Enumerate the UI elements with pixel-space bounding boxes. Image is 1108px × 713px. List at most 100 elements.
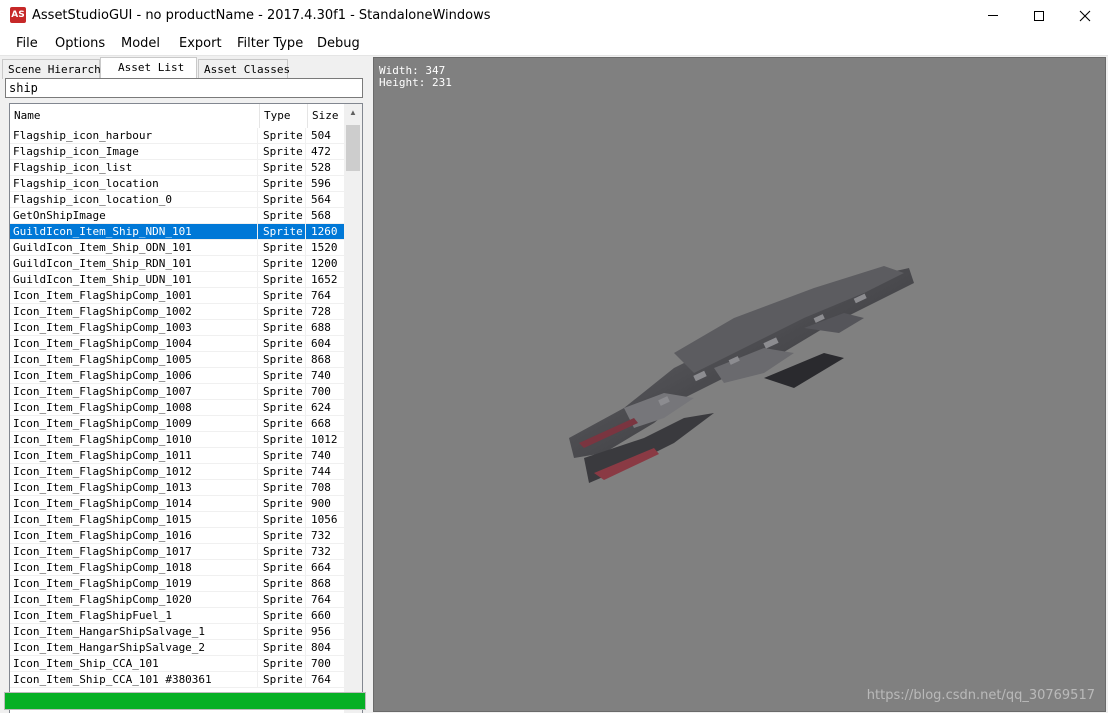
- table-row[interactable]: GuildIcon_Item_Ship_NDN_101 Sprite 1260: [10, 224, 344, 240]
- table-row[interactable]: Icon_Item_FlagShipComp_1004 Sprite 604: [10, 336, 344, 352]
- progress-fill: [5, 693, 365, 709]
- menu-file[interactable]: File: [16, 36, 38, 51]
- cell-name: GuildIcon_Item_Ship_UDN_101: [10, 272, 258, 288]
- table-row[interactable]: Icon_Item_FlagShipComp_1001 Sprite 764: [10, 288, 344, 304]
- table-row[interactable]: Icon_Item_FlagShipComp_1011 Sprite 740: [10, 448, 344, 464]
- cell-type: Sprite: [260, 208, 306, 224]
- cell-name: GuildIcon_Item_Ship_ODN_101: [10, 240, 258, 256]
- cell-size: 472: [311, 145, 331, 158]
- column-header-type[interactable]: Type: [260, 104, 308, 128]
- table-row[interactable]: Icon_Item_Ship_CCA_101 #380361 Sprite 764: [10, 672, 344, 688]
- table-row[interactable]: Icon_Item_FlagShipComp_1005 Sprite 868: [10, 352, 344, 368]
- table-row[interactable]: Icon_Item_FlagShipComp_1002 Sprite 728: [10, 304, 344, 320]
- tab-scene-hierarchy[interactable]: Scene Hierarchy: [2, 59, 107, 79]
- table-row[interactable]: Icon_Item_FlagShipComp_1006 Sprite 740: [10, 368, 344, 384]
- cell-type: Sprite: [260, 192, 306, 208]
- cell-type: Sprite: [260, 128, 306, 144]
- table-row[interactable]: Icon_Item_FlagShipComp_1017 Sprite 732: [10, 544, 344, 560]
- list-header: Name Type Size: [10, 104, 344, 128]
- table-row[interactable]: Icon_Item_FlagShipFuel_1 Sprite 660: [10, 608, 344, 624]
- cell-name: Flagship_icon_location_0: [10, 192, 258, 208]
- minimize-button[interactable]: [970, 0, 1016, 31]
- close-button[interactable]: [1062, 0, 1108, 31]
- table-row[interactable]: Icon_Item_FlagShipComp_1015 Sprite 1056: [10, 512, 344, 528]
- table-row[interactable]: Icon_Item_FlagShipComp_1007 Sprite 700: [10, 384, 344, 400]
- cell-size: 700: [311, 385, 331, 398]
- menu-model[interactable]: Model: [121, 36, 160, 51]
- table-row[interactable]: Icon_Item_FlagShipComp_1018 Sprite 664: [10, 560, 344, 576]
- cell-type: Sprite: [260, 288, 306, 304]
- cell-type: Sprite: [260, 576, 306, 592]
- cell-type: Sprite: [260, 608, 306, 624]
- list-rows: Flagship_icon_harbour Sprite 504 Flagship_i…: [10, 128, 344, 688]
- column-header-size[interactable]: Size: [308, 104, 344, 128]
- cell-size: 868: [311, 577, 331, 590]
- cell-size: 728: [311, 305, 331, 318]
- menu-debug[interactable]: Debug: [317, 36, 360, 51]
- cell-name: Icon_Item_FlagShipFuel_1: [10, 608, 258, 624]
- cell-name: Icon_Item_FlagShipComp_1014: [10, 496, 258, 512]
- menu-filter-type[interactable]: Filter Type: [237, 36, 303, 51]
- table-row[interactable]: GetOnShipImage Sprite 568: [10, 208, 344, 224]
- maximize-button[interactable]: [1016, 0, 1062, 31]
- table-row[interactable]: Icon_Item_Ship_CCA_101 Sprite 700: [10, 656, 344, 672]
- cell-size: 624: [311, 401, 331, 414]
- cell-size: 504: [311, 129, 331, 142]
- cell-name: Icon_Item_Ship_CCA_101 #380361: [10, 672, 258, 688]
- cell-name: Icon_Item_FlagShipComp_1007: [10, 384, 258, 400]
- table-row[interactable]: Icon_Item_FlagShipComp_1013 Sprite 708: [10, 480, 344, 496]
- cell-type: Sprite: [260, 224, 306, 240]
- cell-size: 568: [311, 209, 331, 222]
- menu-export[interactable]: Export: [179, 36, 222, 51]
- cell-size: 564: [311, 193, 331, 206]
- table-row[interactable]: Flagship_icon_location Sprite 596: [10, 176, 344, 192]
- table-row[interactable]: Icon_Item_FlagShipComp_1003 Sprite 688: [10, 320, 344, 336]
- menu-options[interactable]: Options: [55, 36, 105, 51]
- cell-size: 732: [311, 529, 331, 542]
- table-row[interactable]: Flagship_icon_list Sprite 528: [10, 160, 344, 176]
- cell-type: Sprite: [260, 496, 306, 512]
- cell-size: 764: [311, 289, 331, 302]
- scroll-up-icon[interactable]: ▲: [344, 104, 362, 121]
- cell-size: 1652: [311, 273, 338, 286]
- table-row[interactable]: GuildIcon_Item_Ship_RDN_101 Sprite 1200: [10, 256, 344, 272]
- cell-size: 668: [311, 417, 331, 430]
- table-row[interactable]: Icon_Item_FlagShipComp_1008 Sprite 624: [10, 400, 344, 416]
- cell-type: Sprite: [260, 656, 306, 672]
- table-row[interactable]: Icon_Item_FlagShipComp_1014 Sprite 900: [10, 496, 344, 512]
- tab-asset-list[interactable]: Asset List: [100, 57, 197, 79]
- table-row[interactable]: Icon_Item_FlagShipComp_1010 Sprite 1012: [10, 432, 344, 448]
- table-row[interactable]: Icon_Item_HangarShipSalvage_1 Sprite 956: [10, 624, 344, 640]
- tab-asset-classes[interactable]: Asset Classes: [198, 59, 290, 79]
- table-row[interactable]: Flagship_icon_Image Sprite 472: [10, 144, 344, 160]
- table-row[interactable]: Icon_Item_FlagShipComp_1016 Sprite 732: [10, 528, 344, 544]
- scroll-thumb[interactable]: [346, 125, 360, 171]
- cell-type: Sprite: [260, 432, 306, 448]
- table-row[interactable]: Icon_Item_HangarShipSalvage_2 Sprite 804: [10, 640, 344, 656]
- cell-size: 804: [311, 641, 331, 654]
- table-row[interactable]: Flagship_icon_location_0 Sprite 564: [10, 192, 344, 208]
- cell-size: 900: [311, 497, 331, 510]
- cell-type: Sprite: [260, 464, 306, 480]
- table-row[interactable]: Icon_Item_FlagShipComp_1012 Sprite 744: [10, 464, 344, 480]
- cell-name: Icon_Item_FlagShipComp_1005: [10, 352, 258, 368]
- cell-name: Icon_Item_FlagShipComp_1004: [10, 336, 258, 352]
- watermark: https://blog.csdn.net/qq_30769517: [866, 688, 1095, 703]
- cell-size: 528: [311, 161, 331, 174]
- cell-type: Sprite: [260, 320, 306, 336]
- table-row[interactable]: Icon_Item_FlagShipComp_1019 Sprite 868: [10, 576, 344, 592]
- cell-name: Flagship_icon_Image: [10, 144, 258, 160]
- table-row[interactable]: Icon_Item_FlagShipComp_1009 Sprite 668: [10, 416, 344, 432]
- column-header-name[interactable]: Name: [10, 104, 260, 128]
- cell-type: Sprite: [260, 448, 306, 464]
- vertical-scrollbar[interactable]: ▲ ▼: [344, 104, 362, 713]
- search-input[interactable]: ship: [5, 78, 363, 98]
- cell-name: Icon_Item_FlagShipComp_1019: [10, 576, 258, 592]
- table-row[interactable]: GuildIcon_Item_Ship_ODN_101 Sprite 1520: [10, 240, 344, 256]
- cell-type: Sprite: [260, 144, 306, 160]
- table-row[interactable]: Icon_Item_FlagShipComp_1020 Sprite 764: [10, 592, 344, 608]
- table-row[interactable]: Flagship_icon_harbour Sprite 504: [10, 128, 344, 144]
- cell-type: Sprite: [260, 352, 306, 368]
- cell-type: Sprite: [260, 336, 306, 352]
- table-row[interactable]: GuildIcon_Item_Ship_UDN_101 Sprite 1652: [10, 272, 344, 288]
